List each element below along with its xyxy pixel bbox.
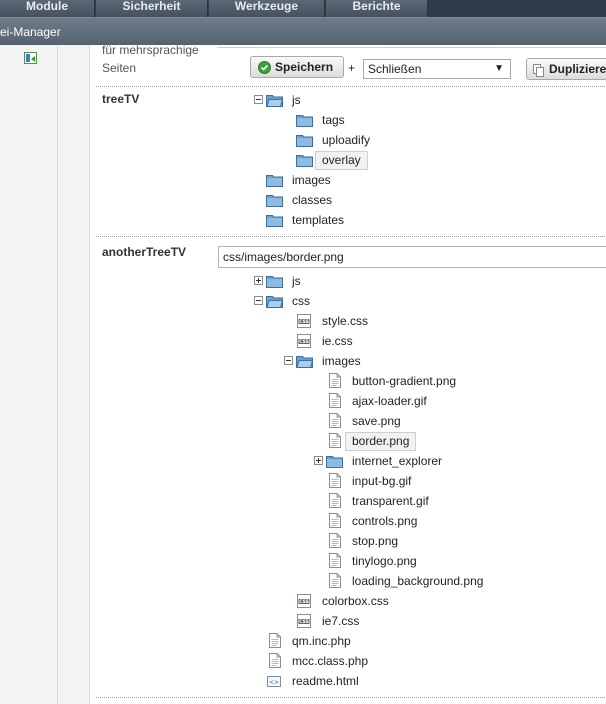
tree-item-label: js [292, 93, 301, 107]
file-icon [329, 573, 341, 588]
tree-item-label: mcc.class.php [292, 654, 369, 668]
folder-icon [266, 275, 283, 288]
html-file-icon [267, 674, 281, 688]
folder-icon [296, 154, 313, 167]
css-file-icon [297, 334, 311, 348]
tree-item-label: ie.css [322, 334, 353, 348]
duplicate-button[interactable]: Duplizieren [526, 58, 606, 80]
tree-item-label: save.png [352, 414, 401, 428]
tree-item-label: images [322, 354, 361, 368]
tree-item-label: js [292, 274, 301, 288]
path-input[interactable]: css/images/border.png [218, 246, 606, 268]
file-icon [329, 393, 341, 408]
folder-open-icon [296, 355, 313, 368]
file-icon [269, 633, 281, 648]
tree-item-label: readme.html [292, 674, 359, 688]
tree-item-label: templates [292, 213, 345, 227]
treetv-label: treeTV [102, 92, 140, 106]
collapse-toggle-icon[interactable] [254, 95, 263, 104]
folder-icon [326, 455, 343, 468]
tree-item-label: internet_explorer [352, 454, 443, 468]
folder-open-icon [266, 94, 283, 107]
nav-tab-sicherheit[interactable]: Sicherheit [96, 0, 208, 17]
file-icon [269, 653, 281, 668]
file-icon [329, 433, 341, 448]
tree-item-label: ajax-loader.gif [352, 394, 427, 408]
nav-tab-berichte[interactable]: Berichte [326, 0, 428, 17]
close-action-select[interactable]: Schließen ▼ [363, 59, 511, 79]
folder-icon [266, 194, 283, 207]
description-line-1: für mehrsprachige [102, 43, 199, 57]
tree-item-label-selected: border.png [345, 432, 417, 451]
checkmark-icon [258, 61, 271, 74]
tree-item-label: ie7.css [322, 614, 360, 628]
folder-icon [266, 174, 283, 187]
description-line-2: Seiten [102, 61, 137, 75]
tree-item-label: stop.png [352, 534, 399, 548]
css-file-icon [297, 614, 311, 628]
duplicate-button-label: Duplizieren [549, 62, 606, 76]
tree-item-label: button-gradient.png [352, 374, 457, 388]
close-action-value: Schließen [368, 62, 422, 76]
left-panel [0, 45, 58, 704]
tree-item-label-selected: overlay [315, 151, 368, 170]
collapse-panel-icon[interactable] [24, 52, 37, 64]
tree-item-label: colorbox.css [322, 594, 389, 608]
nav-tab-module[interactable]: Module [0, 0, 95, 17]
folder-icon [296, 134, 313, 147]
folder-open-icon [266, 295, 283, 308]
file-icon [329, 513, 341, 528]
css-file-icon [297, 314, 311, 328]
plus-separator: + [348, 61, 356, 75]
file-icon [329, 493, 341, 508]
file-icon [329, 373, 341, 388]
save-button[interactable]: Speichern [250, 56, 344, 78]
section-divider [96, 697, 606, 698]
file-icon [329, 553, 341, 568]
collapse-toggle-icon[interactable] [284, 356, 293, 365]
tree-item-label: style.css [322, 314, 369, 328]
tree-item-label: images [292, 173, 331, 187]
folder-icon [266, 214, 283, 227]
duplicate-icon [533, 63, 544, 77]
tree-item-label: qm.inc.php [292, 634, 351, 648]
content-area: für mehrsprachige Seiten Speichern + Sch… [89, 43, 606, 704]
file-icon [329, 473, 341, 488]
tree-item-label: tinylogo.png [352, 554, 417, 568]
section-divider [96, 86, 606, 87]
manager-title: ei-Manager [0, 25, 61, 39]
field-separator [217, 45, 606, 48]
tree-item-label: tags [322, 113, 345, 127]
tree-item-label: css [292, 294, 310, 308]
tree-item-label: input-bg.gif [352, 474, 412, 488]
save-button-label: Speichern [275, 60, 334, 74]
section-divider [96, 236, 606, 237]
manager-title-bar: ei-Manager [0, 17, 606, 45]
tree-item-label: controls.png [352, 514, 418, 528]
tree-item-label: classes [292, 193, 333, 207]
nav-tab-werkzeuge[interactable]: Werkzeuge [209, 0, 325, 17]
expand-toggle-icon[interactable] [254, 276, 263, 285]
expand-toggle-icon[interactable] [314, 456, 323, 465]
tree-item-label: transparent.gif [352, 494, 429, 508]
file-icon [329, 413, 341, 428]
collapse-toggle-icon[interactable] [254, 296, 263, 305]
top-navigation: Module Sicherheit Werkzeuge Berichte [0, 0, 606, 17]
css-file-icon [297, 594, 311, 608]
folder-icon [296, 114, 313, 127]
file-icon [329, 533, 341, 548]
tree-item-label: uploadify [322, 133, 371, 147]
dropdown-arrow-icon: ▼ [494, 63, 504, 74]
tree-item-label: loading_background.png [352, 574, 484, 588]
anothertreetv-label: anotherTreeTV [102, 245, 187, 259]
